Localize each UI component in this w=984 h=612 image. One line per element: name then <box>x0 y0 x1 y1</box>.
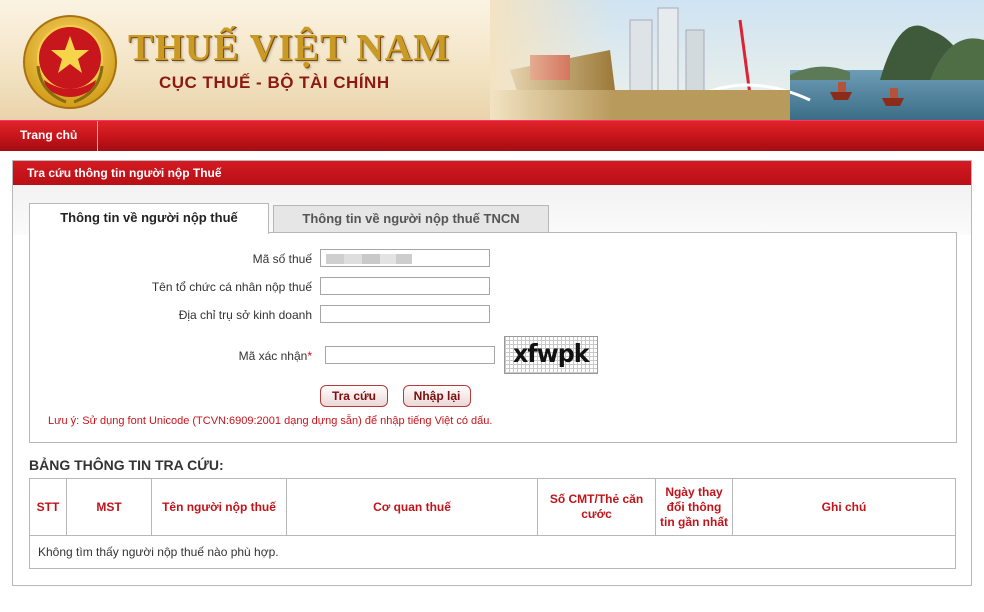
main-nav: Trang chủ <box>0 120 984 151</box>
column-header-notes: Ghi chú <box>732 478 956 536</box>
tax-code-input[interactable] <box>320 249 490 267</box>
column-header-mst: MST <box>66 478 152 536</box>
captcha-image-text: xfwpk <box>512 339 590 368</box>
tax-emblem-logo <box>23 15 117 109</box>
tab-personal-income-tax-info[interactable]: Thông tin về người nộp thuế TNCN <box>273 205 549 232</box>
captcha-input[interactable] <box>325 346 495 364</box>
nav-home-link[interactable]: Trang chủ <box>0 121 99 151</box>
banner-landscape-image <box>490 0 984 120</box>
business-address-input[interactable] <box>320 305 490 323</box>
taxpayer-name-input[interactable] <box>320 277 490 295</box>
redacted-value <box>326 254 412 264</box>
brand-subtitle: CỤC THUẾ - BỘ TÀI CHÍNH <box>159 73 390 92</box>
search-form: Mã số thuế Tên tổ chức cá nhân nộp thuế … <box>29 232 957 443</box>
empty-results-message: Không tìm thấy người nộp thuế nào phù hợ… <box>29 535 956 569</box>
column-header-stt: STT <box>29 478 67 536</box>
column-header-last-change-date: Ngày thay đổi thông tin gần nhất <box>655 478 733 536</box>
header-banner: THUẾ VIỆT NAM CỤC THUẾ - BỘ TÀI CHÍNH <box>0 0 984 120</box>
tax-code-label: Mã số thuế <box>252 252 312 266</box>
column-header-id-number: Số CMT/Thẻ căn cước <box>537 478 656 536</box>
required-mark: * <box>307 349 312 363</box>
lookup-panel: Tra cứu thông tin người nộp Thuế Thông t… <box>12 160 972 586</box>
column-header-taxpayer-name: Tên người nộp thuế <box>151 478 287 536</box>
tab-taxpayer-info[interactable]: Thông tin về người nộp thuế <box>29 203 269 234</box>
table-row: Không tìm thấy người nộp thuế nào phù hợ… <box>29 535 956 569</box>
captcha-label: Mã xác nhận* <box>112 349 312 363</box>
brand-title: THUẾ VIỆT NAM <box>128 27 450 69</box>
table-header-row: STT MST Tên người nộp thuế Cơ quan thuế … <box>29 478 956 536</box>
captcha-label-text: Mã xác nhận <box>238 349 308 363</box>
unicode-note: Lưu ý: Sử dụng font Unicode (TCVN:6909:2… <box>48 415 493 427</box>
search-button[interactable]: Tra cứu <box>320 385 388 407</box>
business-address-label: Địa chỉ trụ sở kinh doanh <box>178 308 312 322</box>
results-title: BẢNG THÔNG TIN TRA CỨU: <box>29 457 224 473</box>
taxpayer-name-label: Tên tổ chức cá nhân nộp thuế <box>151 280 312 294</box>
reset-button[interactable]: Nhập lại <box>403 385 471 407</box>
captcha-image: xfwpk <box>504 336 598 374</box>
panel-title: Tra cứu thông tin người nộp Thuế <box>13 161 971 185</box>
results-table: STT MST Tên người nộp thuế Cơ quan thuế … <box>29 478 956 569</box>
column-header-tax-office: Cơ quan thuế <box>286 478 538 536</box>
